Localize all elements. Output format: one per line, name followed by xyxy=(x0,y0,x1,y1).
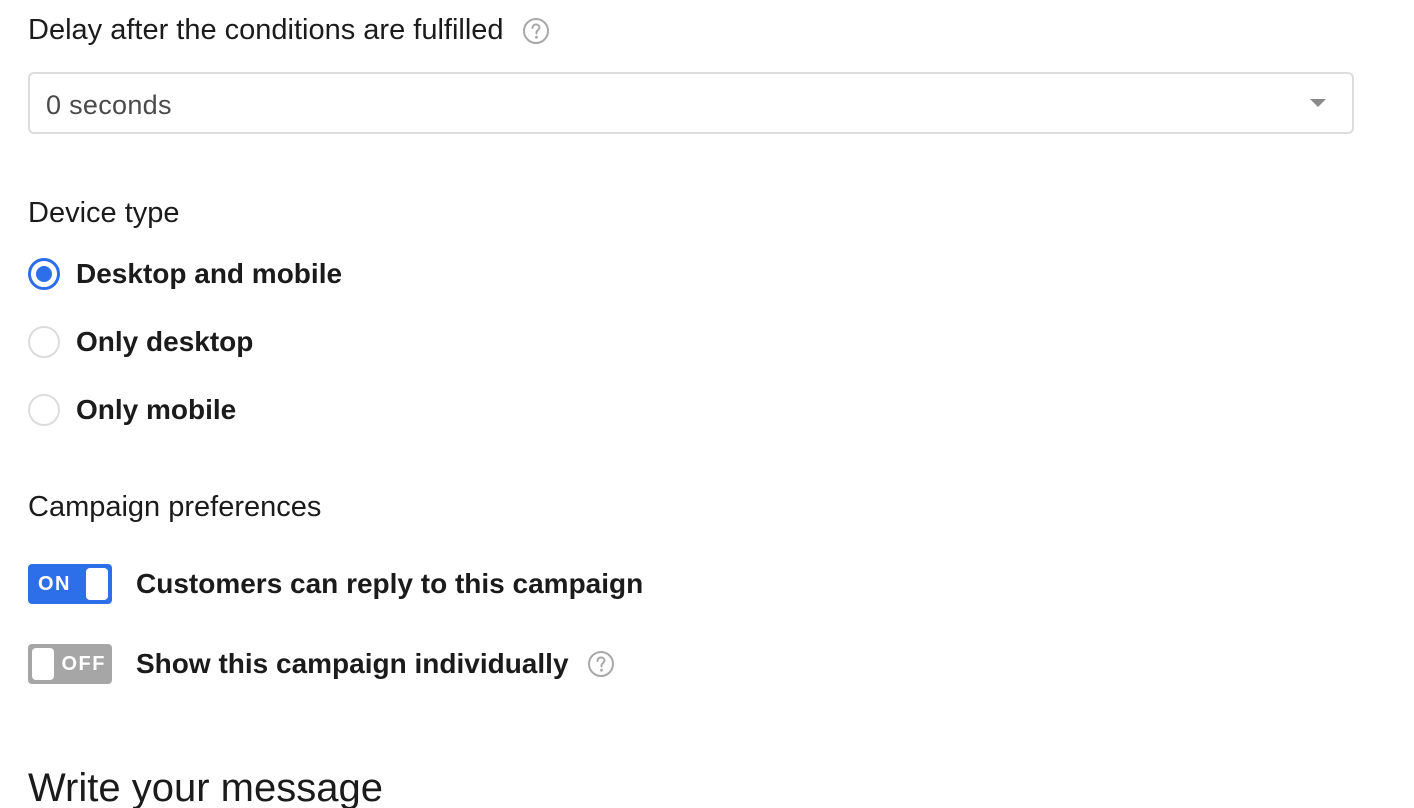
reply-toggle[interactable]: ON xyxy=(28,564,112,604)
radio-only-mobile[interactable]: Only mobile xyxy=(28,392,236,428)
question-circle-icon[interactable] xyxy=(587,650,615,678)
radio-label: Only mobile xyxy=(76,394,237,425)
reply-toggle-label: Customers can reply to this campaign xyxy=(136,568,644,599)
individual-toggle-row: OFF Show this campaign individually xyxy=(28,644,615,684)
toggle-state-text: ON xyxy=(38,573,71,595)
show-individually-label: Show this campaign individually xyxy=(136,648,569,679)
radio-button[interactable] xyxy=(28,326,60,358)
delay-select-value: 0 seconds xyxy=(46,90,172,120)
chevron-down-icon xyxy=(1310,99,1326,107)
toggle-knob xyxy=(32,648,54,680)
toggle-state-text: OFF xyxy=(61,653,106,675)
radio-button-checked[interactable] xyxy=(28,258,60,290)
reply-toggle-row: ON Customers can reply to this campaign xyxy=(28,564,643,604)
delay-row: Delay after the conditions are fulfilled xyxy=(28,16,550,45)
radio-label: Only desktop xyxy=(76,326,254,357)
radio-button[interactable] xyxy=(28,394,60,426)
radio-label: Desktop and mobile xyxy=(76,258,343,289)
device-type-label: Device type xyxy=(28,197,180,229)
delay-label: Delay after the conditions are fulfilled xyxy=(28,14,504,46)
radio-only-desktop[interactable]: Only desktop xyxy=(28,324,253,360)
show-individually-toggle[interactable]: OFF xyxy=(28,644,112,684)
write-message-heading: Write your message xyxy=(28,766,383,808)
delay-select[interactable]: 0 seconds xyxy=(28,72,1354,134)
toggle-knob xyxy=(86,568,108,600)
campaign-preferences-label: Campaign preferences xyxy=(28,491,322,523)
question-circle-icon[interactable] xyxy=(522,17,550,45)
campaign-settings-page: Delay after the conditions are fulfilled… xyxy=(0,0,1414,808)
radio-desktop-and-mobile[interactable]: Desktop and mobile xyxy=(28,256,342,292)
